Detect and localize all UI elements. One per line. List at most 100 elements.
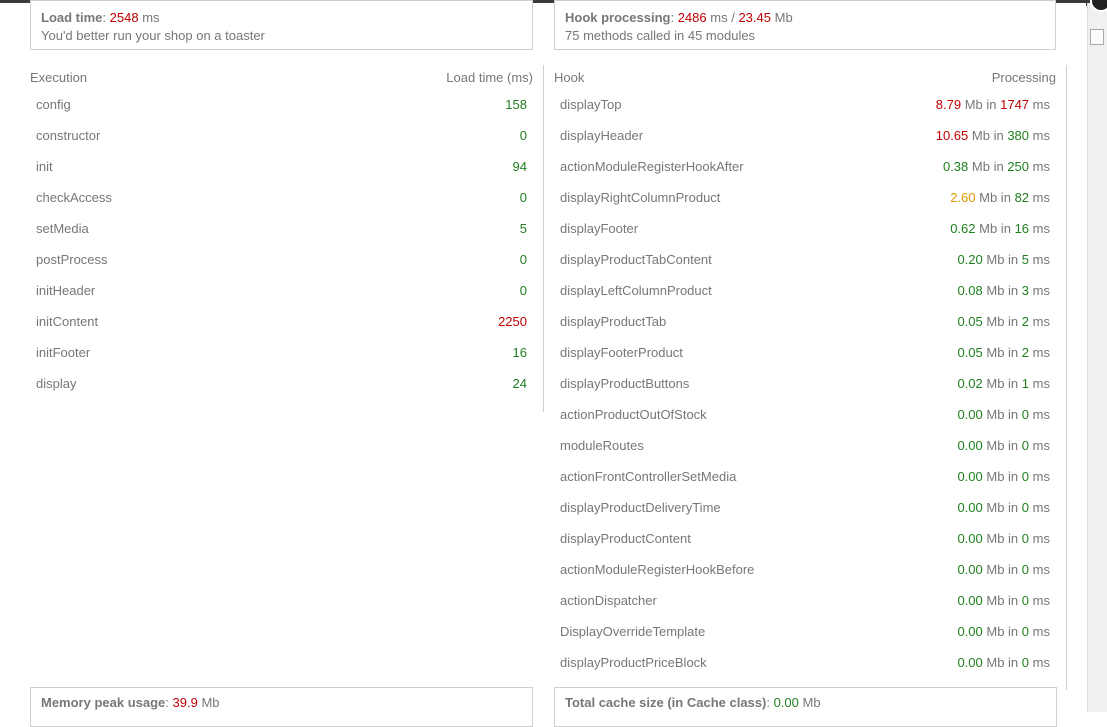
hook-time-value: 0	[1021, 562, 1030, 577]
hook-processing: 0.00 Mb in 0 ms	[957, 585, 1050, 616]
hook-time-value: 0	[1021, 655, 1030, 670]
hook-memory-value: 0.05	[957, 345, 983, 360]
hook-processing: 0.05 Mb in 2 ms	[957, 337, 1050, 368]
hook-header: Hook Processing	[554, 70, 1056, 85]
execution-row: initContent 2250	[30, 306, 533, 337]
cache-size-value: 0.00	[773, 695, 799, 710]
profiler-panel: Load time: 2548 ms You'd better run your…	[0, 0, 1086, 727]
hook-ms-label: ms	[1032, 190, 1050, 205]
hook-processing: 0.08 Mb in 3 ms	[957, 275, 1050, 306]
hook-processing: 0.00 Mb in 0 ms	[957, 461, 1050, 492]
execution-step-name: display	[36, 376, 77, 391]
hook-processing: 0.00 Mb in 0 ms	[957, 492, 1050, 523]
hook-row: displayProductPriceBlock 0.00 Mb in 0 ms	[554, 647, 1056, 678]
hook-row: displayRightColumnProduct 2.60 Mb in 82 m…	[554, 182, 1056, 213]
hook-mb-in-label: Mb in	[979, 221, 1011, 236]
hook-time-value: 5	[1021, 252, 1030, 267]
hook-processing: 2.60 Mb in 82 ms	[950, 182, 1050, 213]
hook-header-label: Hook	[554, 70, 585, 85]
hook-memory-value: 0.00	[957, 500, 983, 515]
hook-name: displayProductPriceBlock	[560, 655, 707, 670]
load-time-box: Load time: 2548 ms You'd better run your…	[30, 0, 533, 50]
hook-mb-in-label: Mb in	[986, 624, 1019, 639]
hook-memory-value: 0.00	[957, 407, 983, 422]
hook-name: displayProductButtons	[560, 376, 690, 391]
hook-ms-label: ms	[1032, 252, 1050, 267]
hook-time-value: 250	[1007, 159, 1030, 174]
execution-header: Execution Load time (ms)	[30, 70, 533, 85]
hook-mb-in-label: Mb in	[971, 159, 1004, 174]
hook-memory-value: 8.79	[935, 97, 962, 112]
hook-row: displayLeftColumnProduct 0.08 Mb in 3 ms	[554, 275, 1056, 306]
hook-memory-value: 0.00	[957, 531, 983, 546]
execution-step-time: 0	[519, 190, 527, 205]
scrollbar-thumb[interactable]	[1090, 29, 1104, 45]
hook-name: actionFrontControllerSetMedia	[560, 469, 737, 484]
hook-name: actionProductOutOfStock	[560, 407, 707, 422]
load-time-note: You'd better run your shop on a toaster	[41, 28, 265, 43]
hook-row: displayTop 8.79 Mb in 1747 ms	[554, 89, 1056, 120]
execution-header-label: Execution	[30, 70, 88, 85]
memory-peak-label: Memory peak usage	[41, 695, 166, 710]
hook-row: displayFooterProduct 0.05 Mb in 2 ms	[554, 337, 1056, 368]
execution-step-time: 158	[505, 97, 527, 112]
hook-memory-value: 0.00	[957, 655, 983, 670]
hook-mb-in-label: Mb in	[986, 593, 1019, 608]
hook-name: displayFooter	[560, 221, 639, 236]
hook-row: displayProductTabContent 0.20 Mb in 5 ms	[554, 244, 1056, 275]
hook-ms-label: ms	[1032, 562, 1050, 577]
hook-row: actionProductOutOfStock 0.00 Mb in 0 ms	[554, 399, 1056, 430]
hook-processing: 10.65 Mb in 380 ms	[936, 120, 1050, 151]
hook-ms-label: ms	[1032, 314, 1050, 329]
execution-list: config 158 constructor 0 init 94 checkAccess 0 s…	[30, 89, 533, 399]
hook-ms-label: ms	[1032, 283, 1050, 298]
execution-step-name: init	[36, 159, 53, 174]
hook-mb-in-label: Mb in	[986, 376, 1019, 391]
hook-name: displayProductContent	[560, 531, 691, 546]
execution-step-name: initFooter	[36, 345, 91, 360]
load-time-unit: ms	[142, 10, 160, 25]
execution-step-name: config	[36, 97, 71, 112]
hook-row: actionModuleRegisterHookAfter 0.38 Mb in …	[554, 151, 1056, 182]
hook-processing: 0.38 Mb in 250 ms	[943, 151, 1050, 182]
hook-ms-label: ms	[1032, 221, 1050, 236]
hook-mb-unit: Mb	[774, 10, 793, 25]
execution-row: constructor 0	[30, 120, 533, 151]
hook-row: actionModuleRegisterHookBefore 0.00 Mb in…	[554, 554, 1056, 585]
load-time-value: 2548	[109, 10, 139, 25]
hook-processing: 0.00 Mb in 0 ms	[957, 523, 1050, 554]
hook-memory-value: 0.08	[957, 283, 983, 298]
hook-name: displayFooterProduct	[560, 345, 683, 360]
column-divider	[543, 65, 544, 412]
hook-name: actionModuleRegisterHookBefore	[560, 562, 755, 577]
hook-time-value: 3	[1021, 283, 1030, 298]
right-border	[1066, 65, 1067, 690]
execution-step-time: 2250	[498, 314, 527, 329]
execution-row: config 158	[30, 89, 533, 120]
hook-time-value: 0	[1021, 438, 1030, 453]
hook-time-value: 2	[1021, 314, 1030, 329]
hook-processing: 8.79 Mb in 1747 ms	[936, 89, 1050, 120]
hook-row: displayProductContent 0.00 Mb in 0 ms	[554, 523, 1056, 554]
hook-name: displayProductTab	[560, 314, 667, 329]
hook-mb-in-label: Mb in	[986, 314, 1019, 329]
hook-processing: 0.00 Mb in 0 ms	[957, 399, 1050, 430]
execution-step-time: 0	[519, 283, 527, 298]
hook-ms-label: ms	[1032, 655, 1050, 670]
hook-processing: 0.20 Mb in 5 ms	[957, 244, 1050, 275]
hook-processing: 0.00 Mb in 0 ms	[957, 616, 1050, 647]
execution-step-name: setMedia	[36, 221, 89, 236]
cache-size-label: Total cache size (in Cache class)	[565, 695, 767, 710]
hook-memory-value: 0.05	[957, 314, 983, 329]
hook-processing-note: 75 methods called in 45 modules	[565, 28, 756, 43]
execution-step-time: 24	[512, 376, 527, 391]
hook-row: actionDispatcher 0.00 Mb in 0 ms	[554, 585, 1056, 616]
hook-row: displayHeader 10.65 Mb in 380 ms	[554, 120, 1056, 151]
scrollbar[interactable]	[1087, 3, 1107, 712]
execution-step-time: 0	[519, 252, 527, 267]
hook-mb-in-label: Mb in	[986, 438, 1019, 453]
processing-header-label: Processing	[991, 70, 1056, 85]
execution-step-name: initContent	[36, 314, 99, 329]
hook-memory-value: 0.00	[957, 438, 983, 453]
hook-ms-label: ms	[1032, 438, 1050, 453]
